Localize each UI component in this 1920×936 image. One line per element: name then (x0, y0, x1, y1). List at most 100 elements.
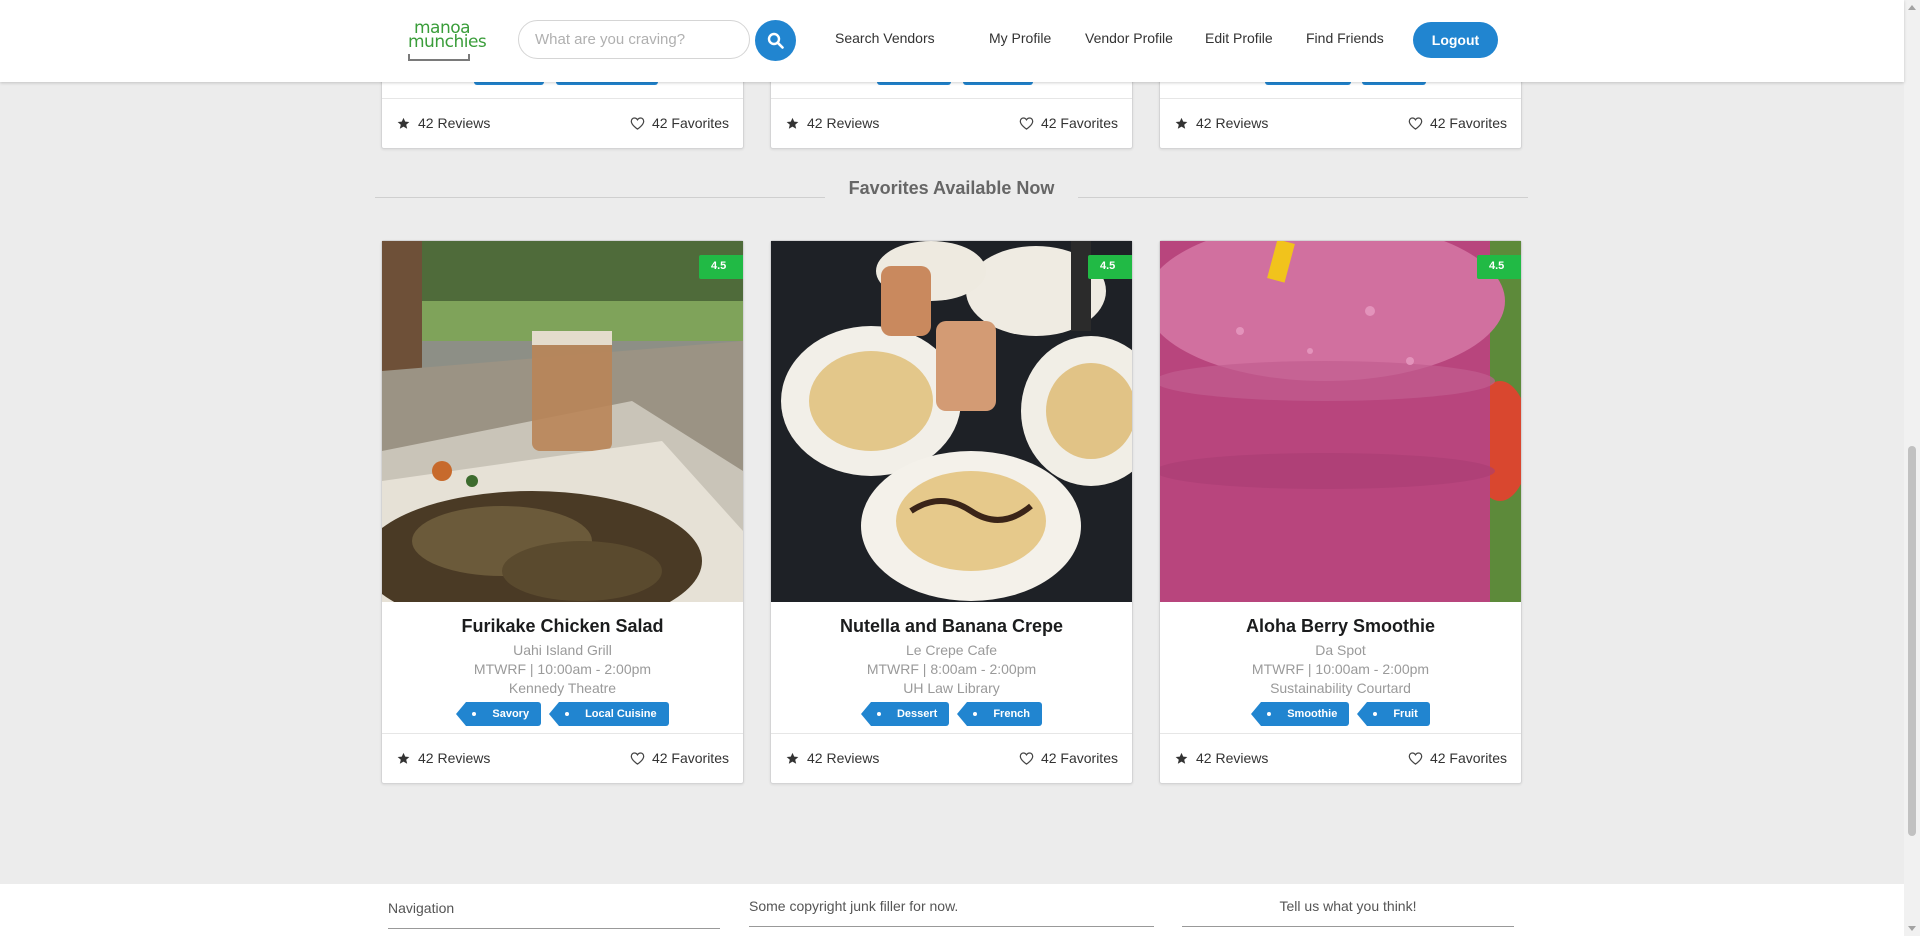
search-button[interactable] (755, 20, 796, 61)
vendor-hours: MTWRF | 8:00am - 2:00pm (866, 661, 1037, 677)
nav-my-profile[interactable]: My Profile (989, 30, 1051, 46)
footer-copyright: Some copyright junk filler for now. (749, 898, 1154, 927)
heart-icon (1019, 751, 1034, 765)
logo-line-2: munchies (408, 32, 487, 52)
reviews-link[interactable]: 42 Reviews (1175, 750, 1268, 766)
tag-fruit[interactable]: Fruit (1357, 702, 1430, 726)
card-body: Nutella and Banana Crepe Le Crepe Cafe M… (771, 602, 1132, 726)
favorites-link[interactable]: 42 Favorites (630, 115, 729, 131)
page-scrollbar[interactable] (1904, 0, 1920, 936)
card-footer: 42 Reviews 42 Favorites (382, 98, 743, 148)
food-image-aloha-berry-smoothie[interactable]: 4.5 (1160, 241, 1521, 602)
nav-find-friends[interactable]: Find Friends (1306, 30, 1384, 46)
food-card[interactable]: 4.5 Aloha Berry Smoothie Da Spot MTWRF |… (1159, 240, 1522, 784)
card-body: Furikake Chicken Salad Uahi Island Grill… (382, 602, 743, 726)
card-footer: 42 Reviews 42 Favorites (382, 733, 743, 783)
tag-dessert[interactable]: Dessert (860, 702, 950, 726)
star-icon (1175, 752, 1188, 764)
reviews-count: 42 Reviews (418, 115, 491, 131)
heart-icon (630, 751, 645, 765)
rating-badge: 4.5 (1088, 255, 1132, 279)
nav-vendor-profile[interactable]: Vendor Profile (1085, 30, 1173, 46)
scroll-up-arrow-icon[interactable] (1908, 5, 1916, 10)
vendor-location: UH Law Library (903, 680, 1000, 696)
favorites-link[interactable]: 42 Favorites (1408, 115, 1507, 131)
tag-smoothie[interactable]: Smoothie (1251, 702, 1350, 726)
footer-copyright-text: Some copyright junk filler for now. (749, 898, 959, 914)
favorites-count: 42 Favorites (1429, 115, 1507, 131)
star-icon (786, 752, 799, 764)
nav-search-vendors[interactable]: Search Vendors (835, 30, 935, 46)
favorites-count: 42 Favorites (1040, 115, 1118, 131)
top-navbar: manoa munchies Search Vendors My Profile… (0, 0, 1904, 82)
logout-button[interactable]: Logout (1413, 22, 1498, 58)
footer-navigation: Navigation (388, 900, 720, 929)
footer-feedback[interactable]: Tell us what you think! (1182, 898, 1514, 927)
favorites-count: 42 Favorites (651, 750, 729, 766)
vendor-location: Kennedy Theatre (508, 680, 617, 696)
logo-tray-mark (408, 54, 470, 61)
tag-local-cuisine[interactable]: Local Cuisine (549, 702, 669, 726)
card-footer: 42 Reviews 42 Favorites (1160, 733, 1521, 783)
favorites-link[interactable]: 42 Favorites (1019, 750, 1118, 766)
item-title[interactable]: Furikake Chicken Salad (382, 616, 743, 637)
rating-badge: 4.5 (699, 255, 743, 279)
search-icon (767, 32, 784, 49)
vendor-name: Da Spot (1315, 642, 1366, 658)
favorites-link[interactable]: 42 Favorites (630, 750, 729, 766)
footer-feedback-link[interactable]: Tell us what you think! (1280, 898, 1417, 914)
tag-list: Dessert French (771, 702, 1132, 726)
tag-list: Smoothie Fruit (1160, 702, 1521, 726)
reviews-count: 42 Reviews (807, 115, 880, 131)
section-title: Favorites Available Now (848, 178, 1055, 198)
food-card[interactable]: 4.5 Nutella and Banana Crepe Le Crepe Ca… (770, 240, 1133, 784)
card-footer: 42 Reviews 42 Favorites (771, 98, 1132, 148)
vendor-name: Uahi Island Grill (513, 642, 612, 658)
vendor-name: Le Crepe Cafe (905, 642, 998, 658)
reviews-link[interactable]: 42 Reviews (397, 115, 490, 131)
favorites-count: 42 Favorites (1040, 750, 1118, 766)
heart-icon (630, 116, 645, 130)
favorites-link[interactable]: 42 Favorites (1408, 750, 1507, 766)
star-icon (397, 752, 410, 764)
card-footer: 42 Reviews 42 Favorites (1160, 98, 1521, 148)
favorites-count: 42 Favorites (1429, 750, 1507, 766)
favorites-link[interactable]: 42 Favorites (1019, 115, 1118, 131)
star-icon (1175, 117, 1188, 129)
section-heading: Favorites Available Now (375, 178, 1528, 202)
heart-icon (1408, 116, 1423, 130)
rating-badge: 4.5 (1477, 255, 1521, 279)
reviews-count: 42 Reviews (1196, 750, 1269, 766)
heart-icon (1408, 751, 1423, 765)
footer-navigation-label: Navigation (388, 900, 455, 916)
card-footer: 42 Reviews 42 Favorites (771, 733, 1132, 783)
tag-savory[interactable]: Savory (456, 702, 542, 726)
favorites-count: 42 Favorites (651, 115, 729, 131)
reviews-count: 42 Reviews (418, 750, 491, 766)
reviews-link[interactable]: 42 Reviews (786, 750, 879, 766)
star-icon (397, 117, 410, 129)
tag-list: Savory Local Cuisine (382, 702, 743, 726)
food-image-nutella-banana-crepe[interactable]: 4.5 (771, 241, 1132, 602)
manoa-munchies-logo[interactable]: manoa munchies (404, 18, 487, 62)
food-image-furikake-chicken-salad[interactable]: 4.5 (382, 241, 743, 602)
food-card[interactable]: 4.5 Furikake Chicken Salad Uahi Island G… (381, 240, 744, 784)
search-input[interactable] (518, 20, 750, 59)
scroll-down-arrow-icon[interactable] (1908, 926, 1916, 931)
reviews-link[interactable]: 42 Reviews (786, 115, 879, 131)
page-footer: Navigation Some copyright junk filler fo… (0, 884, 1904, 936)
reviews-link[interactable]: 42 Reviews (397, 750, 490, 766)
card-body: Aloha Berry Smoothie Da Spot MTWRF | 10:… (1160, 602, 1521, 726)
item-title[interactable]: Nutella and Banana Crepe (771, 616, 1132, 637)
vendor-location: Sustainability Courtard (1270, 680, 1411, 696)
reviews-count: 42 Reviews (1196, 115, 1269, 131)
reviews-count: 42 Reviews (807, 750, 880, 766)
heart-icon (1019, 116, 1034, 130)
scrollbar-thumb[interactable] (1908, 446, 1916, 836)
reviews-link[interactable]: 42 Reviews (1175, 115, 1268, 131)
nav-edit-profile[interactable]: Edit Profile (1205, 30, 1273, 46)
tag-french[interactable]: French (957, 702, 1043, 726)
vendor-hours: MTWRF | 10:00am - 2:00pm (473, 661, 652, 677)
item-title[interactable]: Aloha Berry Smoothie (1160, 616, 1521, 637)
star-icon (786, 117, 799, 129)
